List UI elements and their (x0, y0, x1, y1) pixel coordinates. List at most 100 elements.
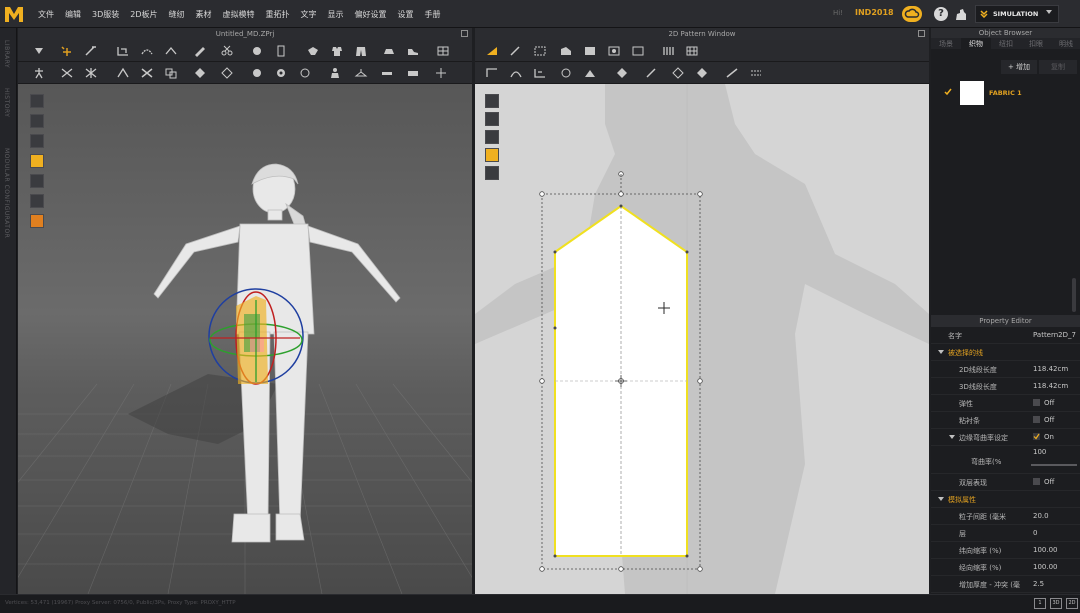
select-move-icon[interactable] (32, 45, 46, 57)
trace-icon[interactable] (661, 45, 675, 57)
menu-manual[interactable]: 手册 (425, 9, 441, 20)
sphere-dot-icon[interactable] (274, 67, 288, 79)
menu-avatar[interactable]: 虚拟模特 (223, 9, 255, 20)
menu-2d-pattern[interactable]: 2D板片 (130, 9, 157, 20)
check-seam-icon[interactable] (533, 67, 547, 79)
measure-tool-icon[interactable] (193, 45, 207, 57)
view-texture-icon[interactable] (30, 154, 44, 168)
menu-file[interactable]: 文件 (38, 9, 54, 20)
internal-polygon-icon[interactable] (631, 45, 645, 57)
side-tab-modular-configurator[interactable]: MODULAR CONFIGURATOR (3, 148, 10, 238)
cut-tool-icon[interactable] (220, 45, 234, 57)
view-2d-pattern-icon[interactable] (485, 112, 499, 126)
menu-settings[interactable]: 设置 (398, 9, 414, 20)
pe-len2d-value[interactable]: 118.42cm (1033, 365, 1068, 373)
menu-preferences[interactable]: 偏好设置 (355, 9, 387, 20)
grid-toggle-icon[interactable] (436, 45, 450, 57)
avatar-pose-icon[interactable] (306, 45, 320, 57)
hat-icon[interactable] (382, 45, 396, 57)
transform-pattern-icon[interactable] (485, 45, 499, 57)
view-single-button[interactable]: 1 (1034, 598, 1046, 609)
app-logo[interactable] (2, 2, 26, 26)
collapse-icon[interactable] (938, 350, 944, 354)
menu-sewing[interactable]: 缝纫 (169, 9, 185, 20)
texture-2d-icon[interactable] (615, 67, 629, 79)
side-tab-library[interactable]: LIBRARY (3, 40, 10, 68)
fold-tool-icon[interactable] (116, 45, 130, 57)
pe-warp-value[interactable]: 100.00 (1033, 546, 1058, 554)
view-thickness-icon[interactable] (30, 174, 44, 188)
undock-icon[interactable] (461, 30, 468, 37)
garment-icon[interactable] (330, 45, 344, 57)
menu-display[interactable]: 显示 (328, 9, 344, 20)
side-tab-history[interactable]: HISTORY (3, 88, 10, 117)
sticker-icon[interactable] (695, 67, 709, 79)
tab-scene[interactable]: 场景 (931, 38, 961, 49)
seam-tool-icon[interactable] (140, 45, 154, 57)
view-2d-texture-icon[interactable] (485, 148, 499, 162)
pants-icon[interactable] (354, 45, 368, 57)
simulation-mode-select[interactable]: SIMULATION (975, 5, 1059, 23)
hanger-icon[interactable] (354, 67, 368, 79)
menu-3d-garment[interactable]: 3D服装 (92, 9, 119, 20)
copy-fabric-button[interactable]: 复制 (1039, 60, 1077, 74)
circle-icon[interactable] (607, 45, 621, 57)
add-fabric-button[interactable]: + 增加 (1001, 60, 1037, 74)
view-avatar-icon[interactable] (30, 94, 44, 108)
tab-button[interactable]: 纽扣 (991, 38, 1021, 49)
polygon-icon[interactable] (559, 45, 573, 57)
tack-tool-icon[interactable] (164, 45, 178, 57)
viewport-2d[interactable] (475, 84, 929, 594)
copy-pattern-icon[interactable] (164, 67, 178, 79)
view-2d-pencil-icon[interactable] (485, 94, 499, 108)
view-3d-button[interactable]: 3D (1050, 598, 1062, 609)
arrangement-icon[interactable] (60, 67, 74, 79)
avatar-measure-icon[interactable] (298, 67, 312, 79)
person-icon[interactable] (328, 67, 342, 79)
chevron-down-icon[interactable] (1046, 10, 1052, 14)
fabric-list-item[interactable]: FABRIC 1 (931, 78, 1080, 108)
seam-segment-icon[interactable] (485, 67, 499, 79)
view-person-icon[interactable] (30, 194, 44, 208)
flip-icon[interactable] (116, 67, 130, 79)
button-tool-icon[interactable] (250, 45, 264, 57)
tab-topstitch[interactable]: 明线 (1051, 38, 1080, 49)
avatar-figure[interactable] (153, 163, 401, 543)
lining-checkbox[interactable] (1033, 416, 1040, 423)
grading-icon[interactable] (685, 45, 699, 57)
menu-text[interactable]: 文字 (301, 9, 317, 20)
align-icon[interactable] (434, 67, 448, 79)
free-seam-icon[interactable] (509, 67, 523, 79)
edit-point-icon[interactable] (509, 45, 523, 57)
flip-seam-icon[interactable] (559, 67, 573, 79)
pe-extra-value[interactable]: 2.5 (1033, 580, 1044, 588)
strengthen-icon[interactable] (84, 67, 98, 79)
remove-icon[interactable] (140, 67, 154, 79)
cloud-sync-icon[interactable] (902, 6, 922, 22)
menu-edit[interactable]: 编辑 (65, 9, 81, 20)
pe-section-selected-line[interactable]: 被选择的线 (931, 344, 1080, 361)
curve-point-icon[interactable] (533, 45, 547, 57)
texture-icon[interactable] (193, 67, 207, 79)
tab-buttonhole[interactable]: 扣眼 (1021, 38, 1051, 49)
user-name[interactable]: IND2018 (855, 8, 894, 17)
curvature-checkbox[interactable] (1033, 433, 1040, 440)
elastic-checkbox[interactable] (1033, 399, 1040, 406)
double-checkbox[interactable] (1033, 478, 1040, 485)
collapse-simulation-icon[interactable] (938, 497, 944, 501)
pe-particle-value[interactable]: 20.0 (1033, 512, 1049, 520)
line-tool-icon[interactable] (725, 67, 739, 79)
select-mesh-icon[interactable] (60, 45, 74, 57)
graphic-2d-icon[interactable] (671, 67, 685, 79)
view-2d-layer-icon[interactable] (485, 166, 499, 180)
view-2d-button[interactable]: 2D (1066, 598, 1078, 609)
edit-texture-icon[interactable] (645, 67, 659, 79)
pe-curve-rate-value[interactable]: 100 (1033, 448, 1046, 456)
zipper-tool-icon[interactable] (274, 45, 288, 57)
sphere-icon[interactable] (250, 67, 264, 79)
view-garment-icon[interactable] (30, 114, 44, 128)
view-pose-icon[interactable] (30, 134, 44, 148)
avatar-walk-icon[interactable] (32, 67, 46, 79)
menu-materials[interactable]: 素材 (196, 9, 212, 20)
pe-weft-value[interactable]: 100.00 (1033, 563, 1058, 571)
